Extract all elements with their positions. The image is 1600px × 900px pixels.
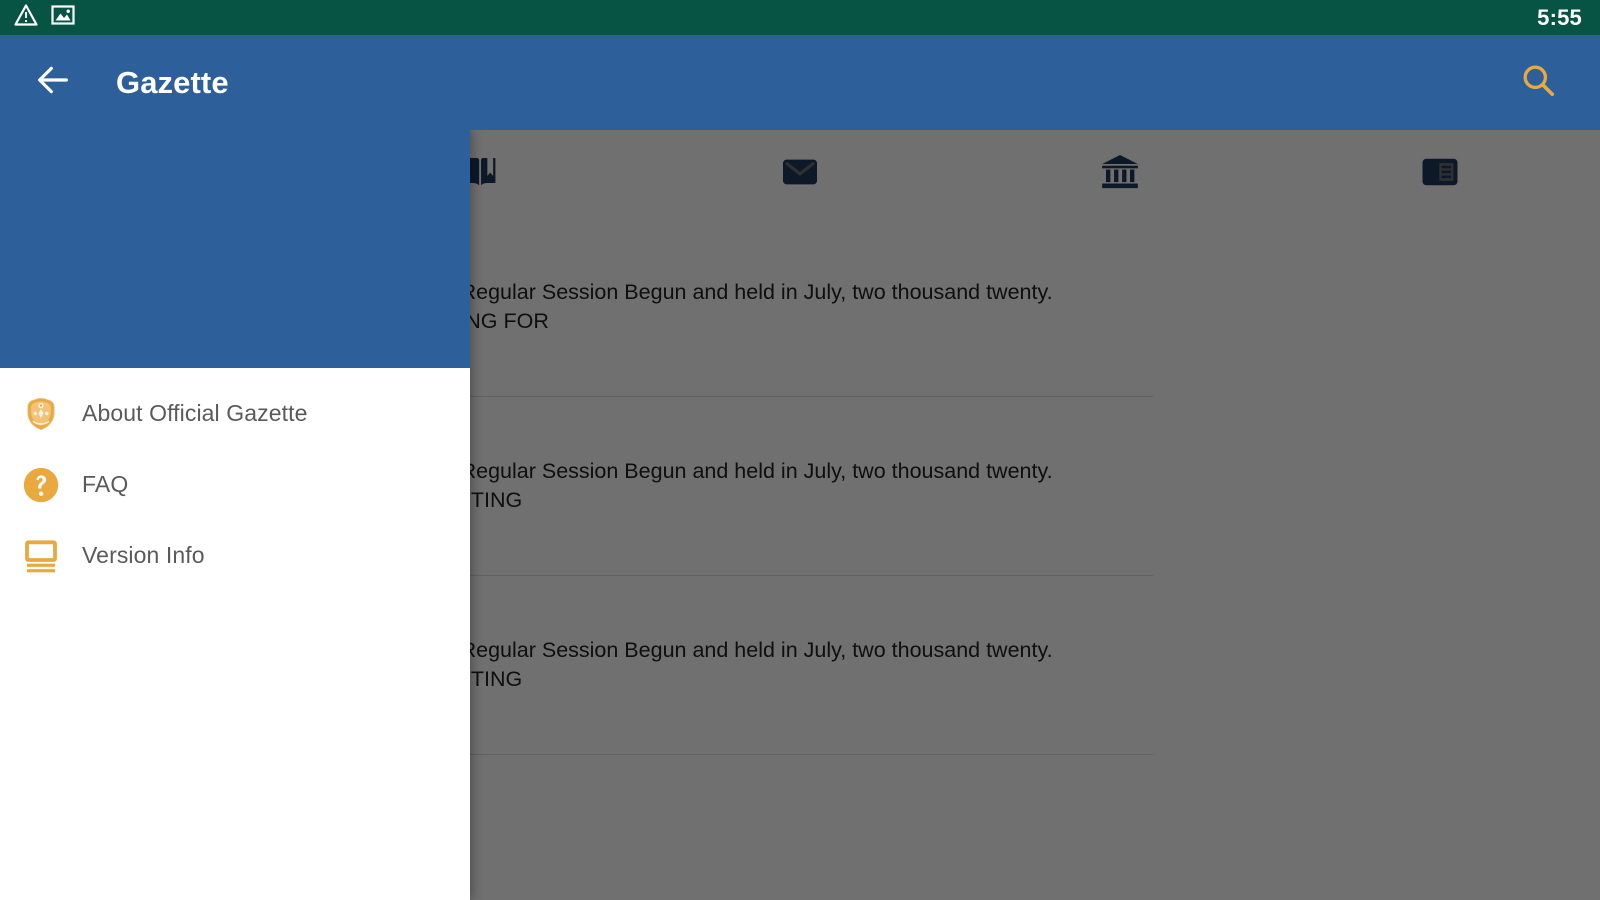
app-bar: Gazette — [0, 35, 1600, 130]
drawer-item-faq[interactable]: FAQ — [0, 449, 470, 520]
monitor-icon — [0, 536, 82, 576]
help-circle-icon — [0, 465, 82, 505]
page-title: Gazette — [116, 64, 229, 100]
navigation-drawer: About Official Gazette FAQ Version Info — [0, 130, 470, 900]
drawer-item-label: Version Info — [82, 542, 205, 568]
status-bar-icons — [14, 3, 75, 32]
status-bar-clock: 5:55 — [1537, 4, 1582, 30]
search-button[interactable] — [1508, 53, 1568, 113]
drawer-item-label: About Official Gazette — [82, 400, 308, 426]
search-icon — [1519, 61, 1557, 104]
image-icon — [51, 3, 75, 32]
drawer-menu: About Official Gazette FAQ Version Info — [0, 368, 470, 591]
drawer-item-about[interactable]: About Official Gazette — [0, 378, 470, 449]
drawer-header — [0, 130, 470, 368]
app-screen: 5:55 Gazette About Official Gazette FAQ … — [0, 0, 1600, 900]
warning-icon — [14, 3, 38, 32]
arrow-back-icon — [33, 60, 73, 105]
back-button[interactable] — [22, 52, 84, 114]
status-bar: 5:55 — [0, 0, 1600, 35]
drawer-item-version[interactable]: Version Info — [0, 520, 470, 591]
coat-of-arms-icon — [0, 393, 82, 435]
drawer-item-label: FAQ — [82, 471, 129, 497]
